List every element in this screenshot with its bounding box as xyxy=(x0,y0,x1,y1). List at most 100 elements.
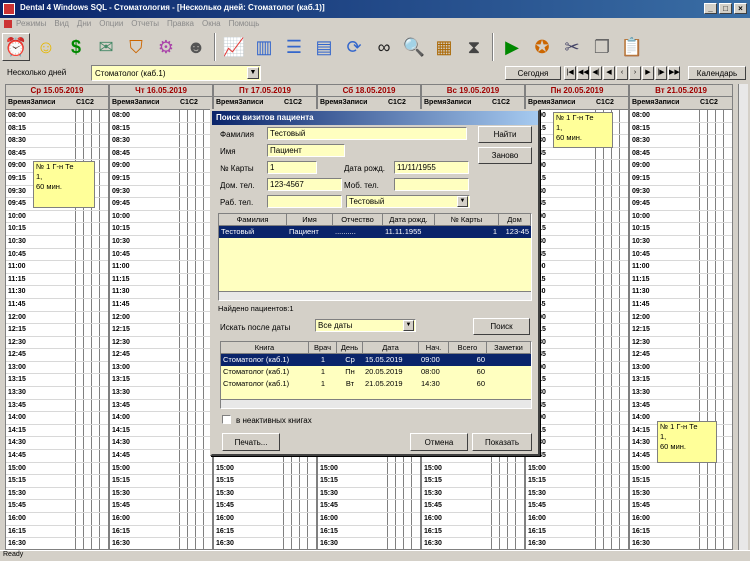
slot-cell[interactable] xyxy=(180,361,188,374)
slot-cell[interactable] xyxy=(76,261,84,273)
slot-cell[interactable] xyxy=(180,185,188,198)
time-slot-row[interactable]: 16:15 xyxy=(6,525,108,539)
time-slot-row[interactable]: 11:00 xyxy=(6,261,108,274)
slot-cell[interactable] xyxy=(92,361,100,374)
slot-cell[interactable] xyxy=(76,147,84,160)
time-slot-row[interactable]: 16:00 xyxy=(526,513,628,526)
slot-cell[interactable] xyxy=(700,462,708,475)
slot-cell[interactable] xyxy=(92,122,100,135)
slot-cell[interactable] xyxy=(708,273,716,286)
slot-cell[interactable] xyxy=(596,248,604,261)
time-slot-row[interactable]: 13:30 xyxy=(526,387,628,400)
time-slot-row[interactable]: 10:00 xyxy=(6,210,108,224)
name-select[interactable]: Тестовый ▼ xyxy=(346,195,470,208)
time-slot-row[interactable]: 15:00 xyxy=(526,462,628,476)
rows-icon[interactable]: ☰ xyxy=(280,33,308,61)
time-slot-row[interactable]: 12:45 xyxy=(526,349,628,362)
slot-cell[interactable] xyxy=(188,298,196,311)
menu-modes[interactable]: Режимы xyxy=(12,18,50,31)
time-slot-row[interactable]: 10:30 xyxy=(6,235,108,249)
doctor-icon[interactable]: ☻ xyxy=(182,33,210,61)
mobile-phone-field[interactable] xyxy=(394,178,469,191)
slot-cell[interactable] xyxy=(500,513,508,525)
time-slot-row[interactable]: 12:00 xyxy=(630,311,732,325)
slot-cell[interactable] xyxy=(596,500,604,512)
slot-cell[interactable] xyxy=(76,462,84,475)
slot-cell[interactable] xyxy=(292,538,300,549)
slot-cell[interactable] xyxy=(708,374,716,387)
slot-cell[interactable] xyxy=(700,286,708,298)
slot-cell[interactable] xyxy=(92,525,100,538)
time-slot-row[interactable]: 16:00 xyxy=(110,513,212,526)
slot-cell[interactable] xyxy=(612,185,620,198)
slot-cell[interactable] xyxy=(92,462,100,475)
copy-icon[interactable]: ❐ xyxy=(588,33,616,61)
slot-cell[interactable] xyxy=(76,525,84,538)
slot-cell[interactable] xyxy=(596,147,604,160)
slot-cell[interactable] xyxy=(596,387,604,399)
slot-cell[interactable] xyxy=(92,513,100,525)
slot-cell[interactable] xyxy=(284,462,292,475)
time-slot-row[interactable]: 15:15 xyxy=(422,475,524,488)
day-header[interactable]: Вт 21.05.2019 xyxy=(630,85,732,97)
slot-cell[interactable] xyxy=(716,286,724,298)
slot-cell[interactable] xyxy=(716,500,724,512)
slot-cell[interactable] xyxy=(84,374,92,387)
time-slot-row[interactable]: 12:15 xyxy=(630,324,732,337)
slot-cell[interactable] xyxy=(284,538,292,549)
chevron-down-icon[interactable]: ▼ xyxy=(247,67,259,79)
slot-cell[interactable] xyxy=(716,525,724,538)
slot-cell[interactable] xyxy=(604,286,612,298)
slot-cell[interactable] xyxy=(604,172,612,185)
slot-cell[interactable] xyxy=(708,298,716,311)
appointment-block[interactable]: № 1 Г-н Те 1, 60 мин. xyxy=(553,112,613,148)
slot-cell[interactable] xyxy=(76,374,84,387)
slot-cell[interactable] xyxy=(508,538,516,549)
slot-cell[interactable] xyxy=(612,424,620,437)
slot-cell[interactable] xyxy=(716,374,724,387)
time-slot-row[interactable]: 15:30 xyxy=(526,487,628,501)
slot-cell[interactable] xyxy=(180,437,188,450)
slot-cell[interactable] xyxy=(612,198,620,210)
slot-cell[interactable] xyxy=(188,475,196,487)
slot-cell[interactable] xyxy=(492,487,500,500)
slot-cell[interactable] xyxy=(612,450,620,462)
slot-cell[interactable] xyxy=(196,374,204,387)
slot-cell[interactable] xyxy=(708,538,716,549)
slot-cell[interactable] xyxy=(596,437,604,450)
time-slot-row[interactable]: 16:15 xyxy=(214,525,316,539)
play-icon[interactable]: ▶ xyxy=(498,33,526,61)
time-slot-row[interactable]: 10:45 xyxy=(630,248,732,262)
time-slot-row[interactable]: 08:45 xyxy=(110,147,212,161)
slot-cell[interactable] xyxy=(388,513,396,525)
time-slot-row[interactable]: 08:45 xyxy=(630,147,732,161)
time-slot-row[interactable]: 10:30 xyxy=(526,235,628,249)
prev-page-icon[interactable]: ◀| xyxy=(590,66,602,80)
slot-cell[interactable] xyxy=(708,185,716,198)
maximize-button[interactable]: □ xyxy=(719,3,732,14)
table-row[interactable]: Стоматолог (каб.1) 1 Пн 20.05.2019 08:00… xyxy=(221,366,531,378)
slot-cell[interactable] xyxy=(188,424,196,437)
slot-cell[interactable] xyxy=(404,462,412,475)
slot-cell[interactable] xyxy=(604,273,612,286)
slot-cell[interactable] xyxy=(604,336,612,349)
time-slot-row[interactable]: 08:00 xyxy=(6,110,108,123)
time-slot-row[interactable]: 14:00 xyxy=(6,412,108,425)
slot-cell[interactable] xyxy=(716,437,724,450)
time-slot-row[interactable]: 10:30 xyxy=(110,235,212,249)
slot-cell[interactable] xyxy=(612,487,620,500)
name-field[interactable]: Пациент xyxy=(267,144,345,157)
slot-cell[interactable] xyxy=(180,349,188,361)
slot-cell[interactable] xyxy=(500,487,508,500)
time-slot-row[interactable]: 12:00 xyxy=(6,311,108,325)
slot-cell[interactable] xyxy=(604,487,612,500)
slot-cell[interactable] xyxy=(612,349,620,361)
slot-cell[interactable] xyxy=(604,210,612,223)
slot-cell[interactable] xyxy=(596,286,604,298)
slot-cell[interactable] xyxy=(196,450,204,462)
slot-cell[interactable] xyxy=(188,160,196,172)
time-slot-row[interactable]: 11:30 xyxy=(630,286,732,299)
slot-cell[interactable] xyxy=(180,172,188,185)
slot-cell[interactable] xyxy=(596,324,604,336)
slot-cell[interactable] xyxy=(708,500,716,512)
